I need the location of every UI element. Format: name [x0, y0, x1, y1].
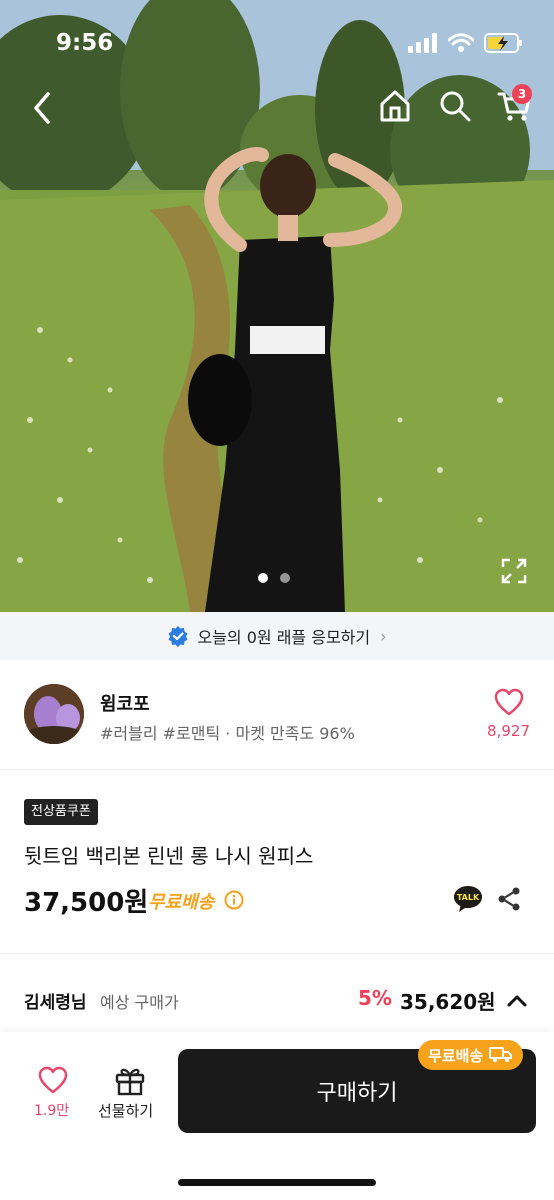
chevron-up-icon[interactable]: [506, 992, 528, 1008]
expected-user: 김세령님: [24, 993, 87, 1013]
gift-label[interactable]: 선물하기: [98, 1100, 153, 1121]
verified-icon: [168, 626, 188, 647]
pager-dot: [258, 573, 268, 583]
product-price: 37,500원: [24, 888, 149, 918]
truck-icon: [489, 1047, 513, 1063]
expected-label: 예상 구매가: [100, 993, 179, 1012]
coupon-tag: 전상품쿠폰: [24, 799, 98, 825]
battery-icon: [484, 33, 522, 53]
raffle-text: 오늘의 0원 래플 응모하기: [197, 628, 371, 647]
status-bar: 9:56: [0, 0, 554, 90]
raffle-banner[interactable]: 오늘의 0원 래플 응모하기 ›: [0, 612, 554, 660]
expand-icon[interactable]: [500, 557, 528, 585]
ship-badge-label: 무료배송: [428, 1046, 484, 1065]
back-icon[interactable]: [26, 88, 60, 128]
pager-dot: [280, 573, 290, 583]
section-divider: [0, 953, 554, 954]
seller-name[interactable]: 윔코포: [100, 690, 150, 716]
heart-icon[interactable]: [494, 688, 524, 716]
home-indicator: [178, 1179, 376, 1186]
status-time: 9:56: [56, 30, 114, 56]
share-icon[interactable]: [496, 886, 522, 912]
kakao-talk-icon[interactable]: TALK: [452, 884, 484, 914]
seller-avatar[interactable]: [24, 684, 84, 744]
status-icons: [408, 32, 524, 54]
avatar-image: [24, 684, 84, 744]
seller-section[interactable]: 윔코포 #러블리 #로맨틱 · 마켓 만족도 96%: [0, 660, 554, 770]
cart-count-badge: 3: [512, 84, 532, 104]
product-image[interactable]: 9:56 3: [0, 0, 554, 612]
gift-icon[interactable]: [114, 1064, 146, 1096]
signal-icon: [408, 33, 437, 53]
chevron-right-icon: ›: [380, 626, 387, 646]
wishlist-heart-icon[interactable]: [38, 1066, 68, 1094]
seller-like-count: 8,927: [487, 722, 530, 740]
wifi-icon: [448, 33, 474, 52]
home-icon[interactable]: [378, 88, 412, 124]
info-icon[interactable]: [224, 890, 244, 910]
free-shipping-badge: 무료배송: [418, 1040, 524, 1070]
free-shipping-label: 무료배송: [148, 892, 215, 913]
seller-meta: #러블리 #로맨틱 · 마켓 만족도 96%: [100, 724, 355, 743]
talk-label: TALK: [457, 893, 480, 902]
expected-price: 35,620원: [400, 990, 496, 1014]
search-icon[interactable]: [438, 88, 472, 124]
product-title: 뒷트임 백리본 린넨 롱 나시 원피스: [24, 844, 314, 868]
expected-price-row[interactable]: 김세령님 예상 구매가 5% 35,620원: [0, 970, 554, 1030]
expected-discount: 5%: [358, 986, 392, 1010]
image-pager: [258, 573, 290, 583]
wishlist-count: 1.9만: [34, 1103, 70, 1119]
